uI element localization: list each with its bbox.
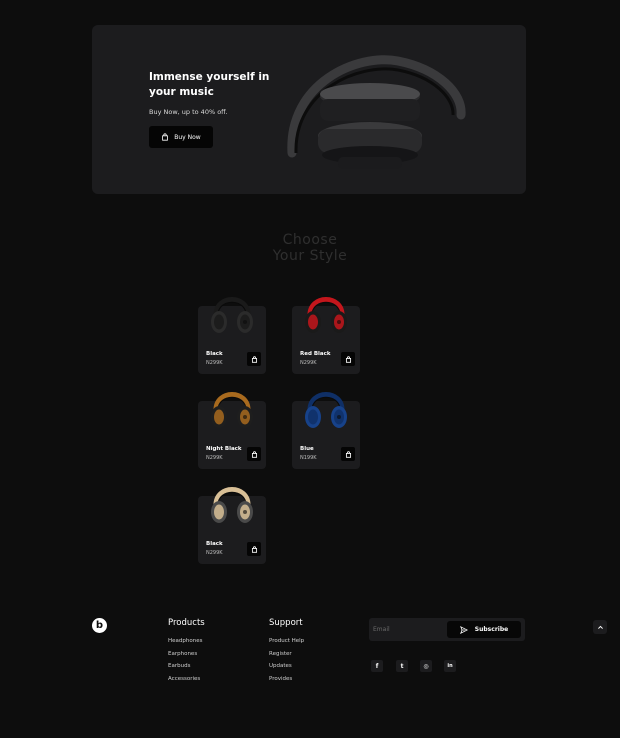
product-name: Night Black	[206, 446, 242, 452]
product-card[interactable]: Black N299K	[198, 297, 266, 374]
product-card[interactable]: Night Black N299K	[198, 392, 266, 469]
footer-link-provides[interactable]: Provides	[269, 676, 304, 682]
headphones-hero-image	[287, 55, 466, 169]
product-card[interactable]: Red Black N299K	[292, 297, 360, 374]
product-price: N299K	[206, 455, 223, 461]
headphone-image	[305, 392, 347, 428]
buy-now-button[interactable]: Buy Now	[149, 126, 213, 148]
footer-link-earbuds[interactable]: Earbuds	[168, 663, 205, 669]
subscribe-label: Subscribe	[474, 626, 509, 633]
subscribe-button[interactable]: Subscribe	[447, 621, 521, 638]
linkedin-link[interactable]: in	[444, 660, 456, 672]
add-to-cart-button[interactable]	[341, 447, 355, 461]
footer-support-heading: Support	[269, 618, 303, 628]
product-price: N299K	[206, 550, 223, 556]
shopping-bag-icon	[251, 355, 257, 363]
section-title: Choose Your Style	[272, 232, 348, 264]
headphone-image	[211, 487, 253, 523]
instagram-link[interactable]: ◎	[420, 660, 432, 672]
chevron-up-icon	[597, 625, 603, 629]
brand-logo[interactable]: b	[92, 618, 107, 633]
twitter-icon: t	[400, 662, 404, 670]
footer-link-accessories[interactable]: Accessories	[168, 676, 205, 682]
shopping-bag-icon	[251, 450, 257, 458]
footer-products-heading: Products	[168, 618, 205, 628]
newsletter-form: Subscribe	[369, 618, 525, 641]
product-name: Black	[206, 541, 223, 547]
product-name: Black	[206, 351, 223, 357]
shopping-bag-icon	[345, 355, 351, 363]
product-card[interactable]: Black N299K	[198, 487, 266, 564]
shopping-bag-icon	[345, 450, 351, 458]
product-price: N299K	[206, 360, 223, 366]
product-name: Red Black	[300, 351, 331, 357]
hero-title: Immense yourself in your music	[149, 71, 270, 98]
back-to-top-button[interactable]	[593, 620, 607, 634]
instagram-icon: ◎	[423, 662, 429, 670]
shopping-bag-icon	[162, 133, 169, 141]
headphone-image	[211, 297, 253, 333]
headphone-image	[211, 392, 253, 428]
add-to-cart-button[interactable]	[247, 542, 261, 556]
footer-link-updates[interactable]: Updates	[269, 663, 304, 669]
product-price: N299K	[300, 360, 317, 366]
footer-link-register[interactable]: Register	[269, 651, 304, 657]
buy-now-label: Buy Now	[174, 133, 201, 141]
footer-link-product-help[interactable]: Product Help	[269, 638, 304, 644]
shopping-bag-icon	[251, 545, 257, 553]
product-price: N199K	[300, 455, 317, 461]
add-to-cart-button[interactable]	[247, 352, 261, 366]
facebook-link[interactable]: f	[371, 660, 383, 672]
hero-subtitle: Buy Now, up to 40% off.	[149, 108, 228, 116]
facebook-icon: f	[375, 662, 379, 670]
product-card[interactable]: Blue N199K	[292, 392, 360, 469]
email-input[interactable]	[373, 622, 443, 637]
hero-banner: Immense yourself in your music Buy Now, …	[92, 25, 526, 194]
footer-link-headphones[interactable]: Headphones	[168, 638, 205, 644]
footer-support-column: Support Product Help Register Updates Pr…	[269, 618, 304, 689]
twitter-link[interactable]: t	[396, 660, 408, 672]
footer-products-column: Products Headphones Earphones Earbuds Ac…	[168, 618, 205, 689]
linkedin-icon: in	[447, 663, 453, 669]
footer-link-earphones[interactable]: Earphones	[168, 651, 205, 657]
add-to-cart-button[interactable]	[247, 447, 261, 461]
add-to-cart-button[interactable]	[341, 352, 355, 366]
product-name: Blue	[300, 446, 314, 452]
send-icon	[459, 625, 468, 634]
headphone-image	[305, 297, 347, 333]
